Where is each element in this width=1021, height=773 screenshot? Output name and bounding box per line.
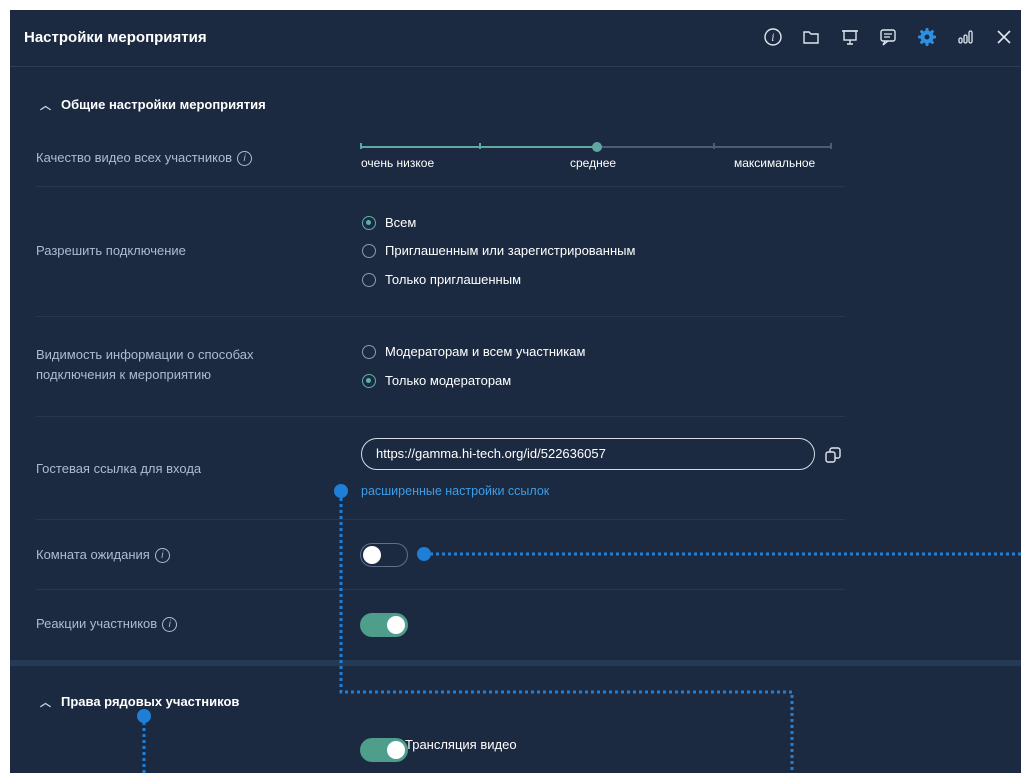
close-icon[interactable] (993, 26, 1015, 48)
radio-allow-invited-registered[interactable]: Приглашенным или зарегистрированным (362, 243, 635, 258)
quality-option-medium[interactable]: среднее (570, 156, 616, 170)
presentation-icon[interactable] (839, 26, 861, 48)
reactions-label-text: Реакции участников (36, 616, 158, 631)
section-title-general: Общие настройки мероприятия (61, 97, 266, 112)
chevron-up-icon: ︿ (40, 697, 51, 709)
radio-label: Всем (385, 215, 417, 230)
waiting-room-toggle[interactable] (360, 543, 408, 567)
slider-tick (479, 143, 481, 149)
guest-link-label: Гостевая ссылка для входа (36, 461, 202, 476)
video-quality-label: Качество видео всех участников i (36, 148, 253, 168)
event-settings-panel: Настройки мероприятия i ︿ Общие настройки… (10, 10, 1021, 773)
divider (36, 519, 845, 520)
section-header-general[interactable]: ︿ Общие настройки мероприятия (40, 97, 266, 113)
reactions-toggle[interactable] (360, 613, 408, 637)
section-title-rights: Права рядовых участников (61, 694, 240, 709)
video-quality-label-text: Качество видео всех участников (36, 150, 233, 165)
guest-link-field[interactable]: https://gamma.hi-tech.org/id/522636057 (361, 438, 815, 470)
slider-tick (713, 143, 715, 149)
toggle-knob (387, 741, 405, 759)
stats-icon[interactable] (954, 26, 976, 48)
radio-allow-all[interactable]: Всем (362, 215, 416, 230)
gear-icon[interactable] (916, 26, 938, 48)
radio-icon (362, 243, 376, 258)
section-separator (10, 660, 1021, 666)
panel-title: Настройки мероприятия (24, 29, 207, 46)
info-icon[interactable]: i (162, 617, 178, 633)
advanced-link-settings[interactable]: расширенные настройки ссылок (361, 484, 549, 498)
info-icon[interactable]: i (237, 151, 253, 167)
divider (36, 316, 845, 317)
info-icon[interactable]: i (762, 26, 784, 48)
waiting-room-label: Комната ожидания i (36, 545, 170, 565)
info-icon[interactable]: i (154, 548, 170, 564)
quality-option-low[interactable]: очень низкое (361, 156, 434, 170)
slider-tick-high (830, 143, 832, 149)
video-broadcast-label: Трансляция видео (405, 737, 517, 752)
toggle-knob (387, 616, 405, 634)
radio-visibility-all[interactable]: Модераторам и всем участникам (362, 344, 585, 359)
visibility-label-line2: подключения к мероприятию (36, 367, 212, 382)
radio-label: Только модераторам (385, 373, 512, 388)
divider (36, 416, 845, 417)
slider-tick-low (360, 143, 362, 149)
radio-label: Приглашенным или зарегистрированным (385, 243, 636, 258)
chevron-up-icon: ︿ (40, 100, 51, 112)
visibility-label: Видимость информации о способах подключе… (36, 345, 254, 385)
toggle-knob (363, 545, 381, 564)
chat-icon[interactable] (877, 26, 899, 48)
panel-header: Настройки мероприятия i (10, 10, 1021, 67)
radio-allow-invited-only[interactable]: Только приглашенным (362, 272, 521, 287)
video-broadcast-toggle[interactable] (360, 738, 408, 762)
svg-text:i: i (771, 33, 774, 44)
radio-label: Модераторам и всем участникам (385, 344, 586, 359)
quality-option-max[interactable]: максимальное (734, 156, 815, 170)
radio-selected-icon (362, 373, 376, 388)
copy-icon[interactable] (824, 446, 842, 464)
folder-icon[interactable] (800, 26, 822, 48)
radio-label: Только приглашенным (385, 272, 522, 287)
visibility-label-line1: Видимость информации о способах (36, 347, 254, 362)
radio-selected-icon (362, 215, 376, 230)
allow-connection-label: Разрешить подключение (36, 243, 186, 258)
radio-icon (362, 344, 376, 359)
waiting-room-label-text: Комната ожидания (36, 547, 150, 562)
section-header-rights[interactable]: ︿ Права рядовых участников (40, 694, 239, 710)
radio-visibility-moderators[interactable]: Только модераторам (362, 373, 511, 388)
divider (36, 589, 845, 590)
radio-icon (362, 272, 376, 287)
divider (36, 186, 845, 187)
quality-slider-handle[interactable] (592, 142, 602, 152)
reactions-label: Реакции участников i (36, 614, 178, 634)
